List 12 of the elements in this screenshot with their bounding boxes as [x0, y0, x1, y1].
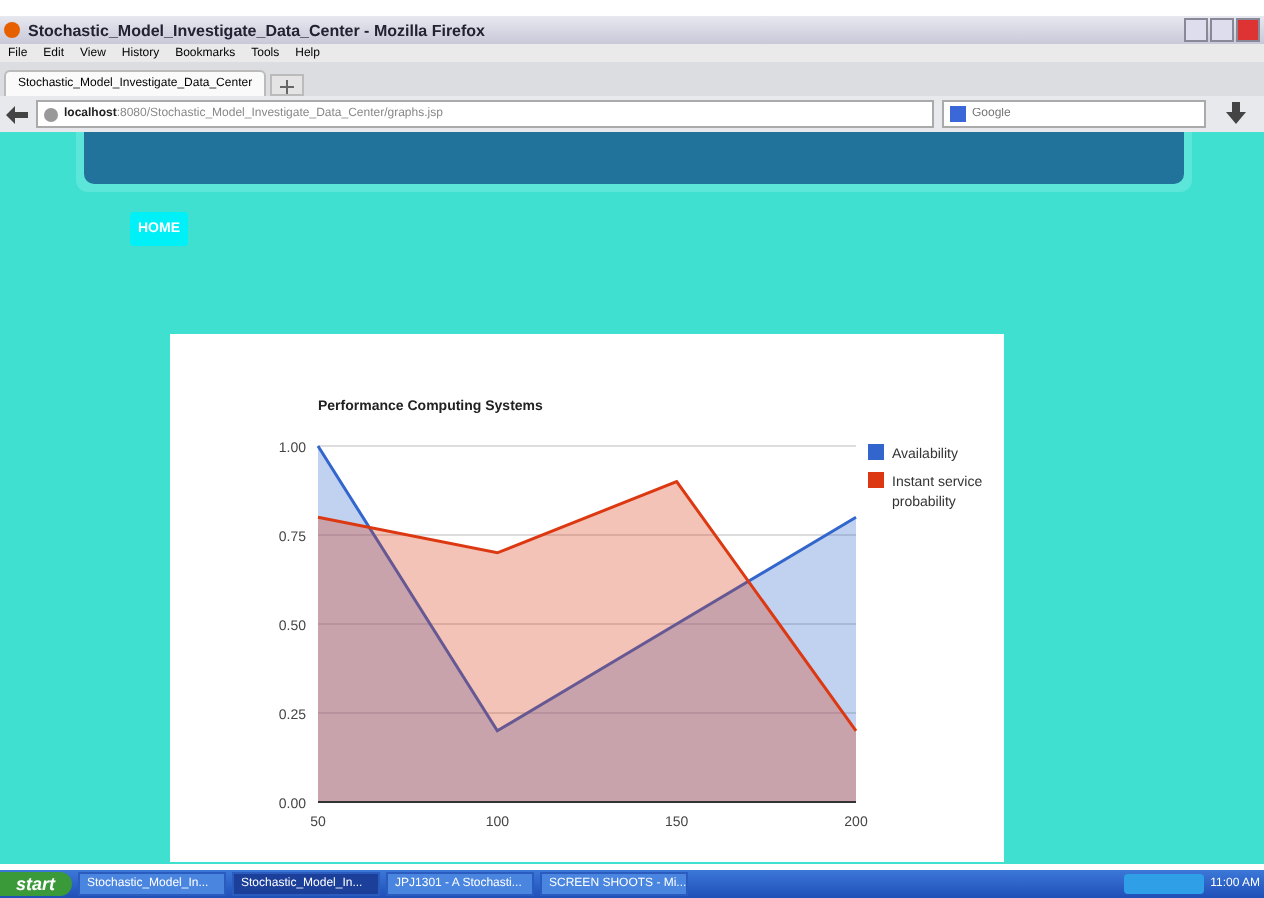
maximize-button[interactable]: [1210, 18, 1234, 42]
plus-icon: [280, 80, 295, 94]
minimize-button[interactable]: [1184, 18, 1208, 42]
start-button[interactable]: start: [0, 872, 72, 896]
back-button[interactable]: [6, 105, 28, 123]
globe-icon: [44, 107, 58, 121]
download-icon[interactable]: [1226, 102, 1246, 126]
new-tab-button[interactable]: [270, 74, 305, 96]
window-title: Stochastic_Model_Investigate_Data_Center - Mozilla Firefox: [28, 21, 488, 39]
close-button[interactable]: [1236, 18, 1260, 42]
search-engine-icon: [950, 106, 966, 122]
browser-logo-icon: [4, 22, 20, 38]
